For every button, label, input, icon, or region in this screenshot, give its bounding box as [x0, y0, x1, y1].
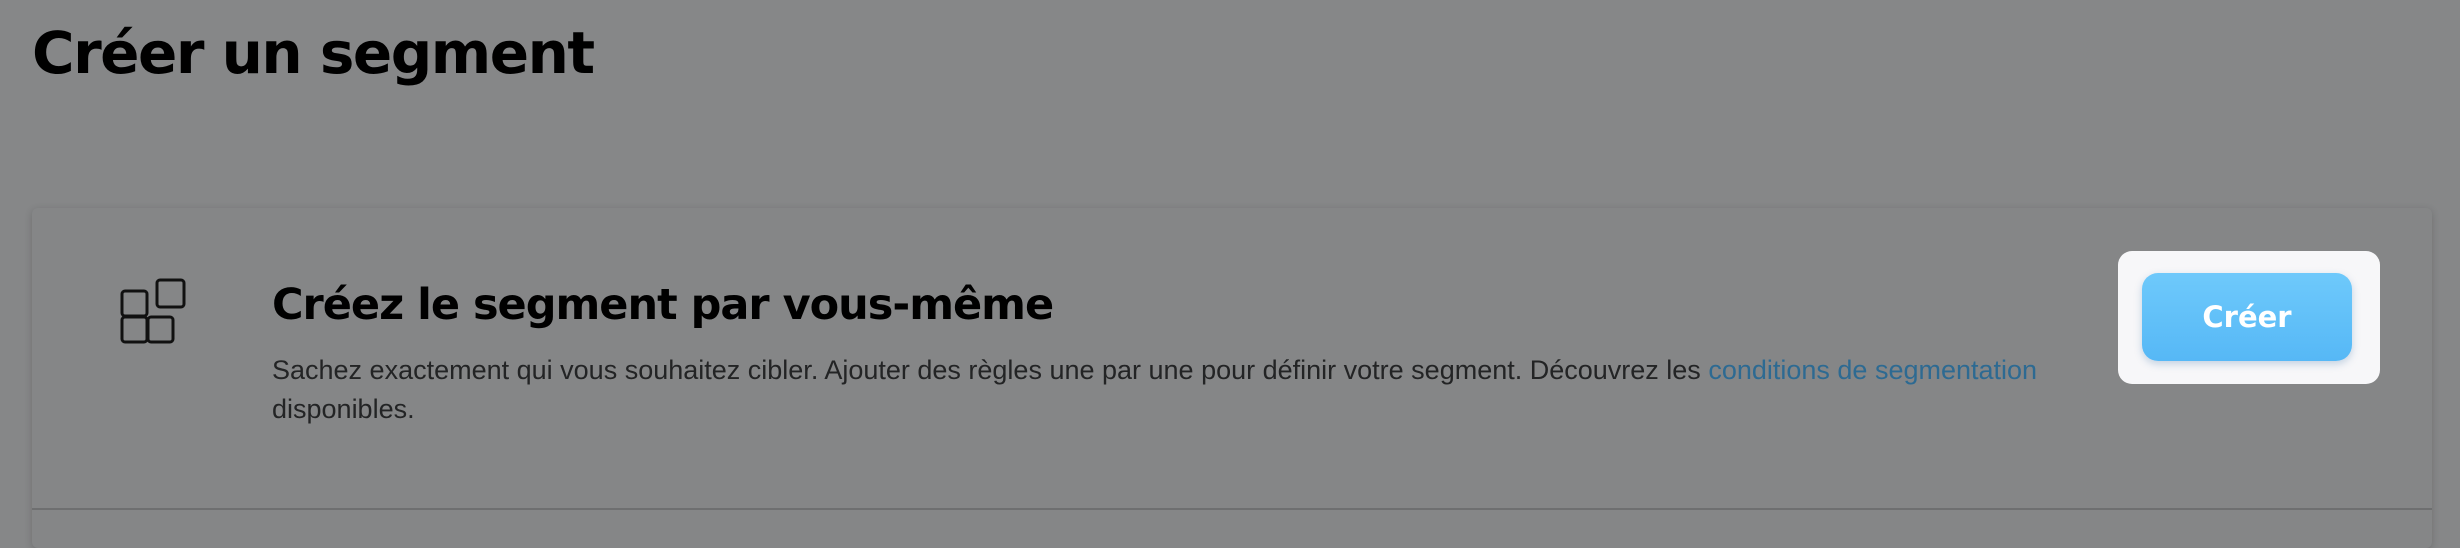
page-title: Créer un segment — [32, 19, 595, 87]
create-button-highlight: Créer — [2118, 251, 2380, 384]
description-text: Sachez exactement qui vous souhaitez cib… — [272, 355, 1709, 385]
card-divider — [32, 508, 2432, 510]
manual-segment-card: Créez le segment par vous-même Sachez ex… — [32, 208, 2432, 548]
segmentation-conditions-link[interactable]: conditions de segmentation — [1708, 355, 2037, 385]
blocks-icon — [120, 278, 186, 344]
create-button[interactable]: Créer — [2142, 273, 2352, 361]
description-end-text: disponibles. — [272, 394, 415, 424]
card-description: Sachez exactement qui vous souhaitez cib… — [272, 351, 2102, 429]
card-title: Créez le segment par vous-même — [272, 280, 1054, 330]
